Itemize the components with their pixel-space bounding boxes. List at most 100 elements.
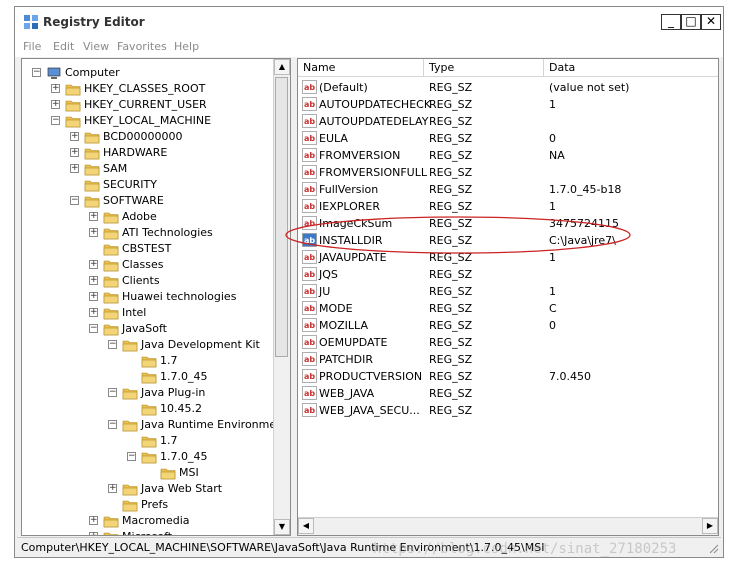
folder-icon <box>122 484 138 496</box>
close-button[interactable]: ✕ <box>701 14 721 30</box>
expand-plus-icon[interactable]: + <box>89 212 98 221</box>
value-row[interactable]: ab PATCHDIR REG_SZ <box>298 351 718 368</box>
value-name: FullVersion <box>319 183 379 196</box>
expand-plus-icon[interactable]: + <box>51 100 60 109</box>
expand-plus-icon[interactable]: + <box>89 228 98 237</box>
value-row[interactable]: ab EULA REG_SZ 0 <box>298 130 718 147</box>
tree-vertical-scrollbar[interactable]: ▲ ▼ <box>273 59 290 535</box>
collapse-minus-icon[interactable]: − <box>108 388 117 397</box>
column-header-type[interactable]: Type <box>424 59 544 76</box>
value-row[interactable]: ab JAVAUPDATE REG_SZ 1 <box>298 249 718 266</box>
ab-string-icon: ab <box>302 80 317 94</box>
value-row[interactable]: ab INSTALLDIR REG_SZ C:\Java\jre7\ <box>298 232 718 249</box>
scroll-thumb[interactable] <box>275 77 288 357</box>
value-type: REG_SZ <box>429 115 473 128</box>
tree-node-label: HKEY_LOCAL_MACHINE <box>84 114 212 127</box>
value-row[interactable]: ab (Default) REG_SZ (value not set) <box>298 79 718 96</box>
column-header-data[interactable]: Data <box>544 59 718 76</box>
value-data: 0 <box>549 319 556 332</box>
collapse-minus-icon[interactable]: − <box>127 452 136 461</box>
folder-icon <box>84 132 100 144</box>
watermark-text: https://blog.csdn.net/sinat_27180253 <box>373 541 677 557</box>
expand-plus-icon[interactable]: + <box>89 308 98 317</box>
maximize-button[interactable]: □ <box>681 14 701 30</box>
ab-string-icon: ab <box>302 114 317 128</box>
value-row[interactable]: ab WEB_JAVA REG_SZ <box>298 385 718 402</box>
expand-plus-icon[interactable]: + <box>89 532 98 535</box>
value-data: 1 <box>549 98 556 111</box>
svg-text:ab: ab <box>304 372 315 381</box>
value-row[interactable]: ab MOZILLA REG_SZ 0 <box>298 317 718 334</box>
collapse-minus-icon[interactable]: − <box>108 340 117 349</box>
resize-grip-icon[interactable] <box>707 542 719 554</box>
tree-node-label: Intel <box>122 306 147 319</box>
value-row[interactable]: ab FullVersion REG_SZ 1.7.0_45-b18 <box>298 181 718 198</box>
menu-file[interactable]: File <box>23 40 41 53</box>
value-row[interactable]: ab OEMUPDATE REG_SZ <box>298 334 718 351</box>
svg-text:ab: ab <box>304 287 315 296</box>
folder-icon <box>84 148 100 160</box>
ab-string-icon: ab <box>302 403 317 417</box>
svg-text:ab: ab <box>304 117 315 126</box>
collapse-minus-icon[interactable]: − <box>89 324 98 333</box>
title-bar[interactable]: Registry Editor _ □ ✕ <box>15 7 723 37</box>
svg-text:ab: ab <box>304 389 315 398</box>
expand-plus-icon[interactable]: + <box>108 484 117 493</box>
folder-icon <box>65 84 81 96</box>
menu-favorites[interactable]: Favorites <box>117 40 167 53</box>
ab-string-icon: ab <box>302 148 317 162</box>
value-name: JU <box>319 285 331 298</box>
expand-plus-icon[interactable]: + <box>70 148 79 157</box>
value-type: REG_SZ <box>429 166 473 179</box>
tree-node-label: MSI <box>179 466 199 479</box>
value-row[interactable]: ab JU REG_SZ 1 <box>298 283 718 300</box>
tree-node-label: HKEY_CLASSES_ROOT <box>84 82 206 95</box>
expand-plus-icon[interactable]: + <box>51 84 60 93</box>
value-type: REG_SZ <box>429 404 473 417</box>
minimize-button[interactable]: _ <box>661 14 681 30</box>
value-row[interactable]: ab JQS REG_SZ <box>298 266 718 283</box>
ab-string-icon: ab <box>302 267 317 281</box>
list-horizontal-scrollbar[interactable]: ◀ ▶ <box>298 517 718 535</box>
value-type: REG_SZ <box>429 285 473 298</box>
collapse-minus-icon[interactable]: − <box>32 68 41 77</box>
ab-string-icon: ab <box>302 165 317 179</box>
value-type: REG_SZ <box>429 387 473 400</box>
value-row[interactable]: ab FROMVERSIONFULL REG_SZ <box>298 164 718 181</box>
expand-plus-icon[interactable]: + <box>89 292 98 301</box>
value-row[interactable]: ab ImageCkSum REG_SZ 3475724115 <box>298 215 718 232</box>
value-name: MOZILLA <box>319 319 368 332</box>
value-data: 1 <box>549 251 556 264</box>
expand-plus-icon[interactable]: + <box>89 276 98 285</box>
menu-help[interactable]: Help <box>174 40 199 53</box>
expand-plus-icon[interactable]: + <box>70 132 79 141</box>
scroll-up-arrow-icon[interactable]: ▲ <box>274 59 290 75</box>
value-row[interactable]: ab FROMVERSION REG_SZ NA <box>298 147 718 164</box>
menu-edit[interactable]: Edit <box>53 40 74 53</box>
collapse-minus-icon[interactable]: − <box>70 196 79 205</box>
value-row[interactable]: ab WEB_JAVA_SECU... REG_SZ <box>298 402 718 419</box>
menu-view[interactable]: View <box>83 40 109 53</box>
registry-editor-window: Registry Editor _ □ ✕ File Edit View Fav… <box>14 6 724 558</box>
svg-text:ab: ab <box>304 338 315 347</box>
value-row[interactable]: ab AUTOUPDATECHECK REG_SZ 1 <box>298 96 718 113</box>
value-data: C <box>549 302 557 315</box>
value-type: REG_SZ <box>429 336 473 349</box>
scroll-down-arrow-icon[interactable]: ▼ <box>274 519 290 535</box>
tree-node-label: Clients <box>122 274 160 287</box>
value-row[interactable]: ab IEXPLORER REG_SZ 1 <box>298 198 718 215</box>
expand-plus-icon[interactable]: + <box>70 164 79 173</box>
collapse-minus-icon[interactable]: − <box>108 420 117 429</box>
scroll-left-arrow-icon[interactable]: ◀ <box>298 518 314 534</box>
folder-icon <box>103 516 119 528</box>
scroll-right-arrow-icon[interactable]: ▶ <box>702 518 718 534</box>
ab-string-icon: ab <box>302 369 317 383</box>
expand-plus-icon[interactable]: + <box>89 260 98 269</box>
expand-plus-icon[interactable]: + <box>89 516 98 525</box>
value-data: (value not set) <box>549 81 630 94</box>
value-row[interactable]: ab AUTOUPDATEDELAY REG_SZ <box>298 113 718 130</box>
collapse-minus-icon[interactable]: − <box>51 116 60 125</box>
value-row[interactable]: ab PRODUCTVERSION REG_SZ 7.0.450 <box>298 368 718 385</box>
column-header-name[interactable]: Name <box>298 59 424 76</box>
value-row[interactable]: ab MODE REG_SZ C <box>298 300 718 317</box>
